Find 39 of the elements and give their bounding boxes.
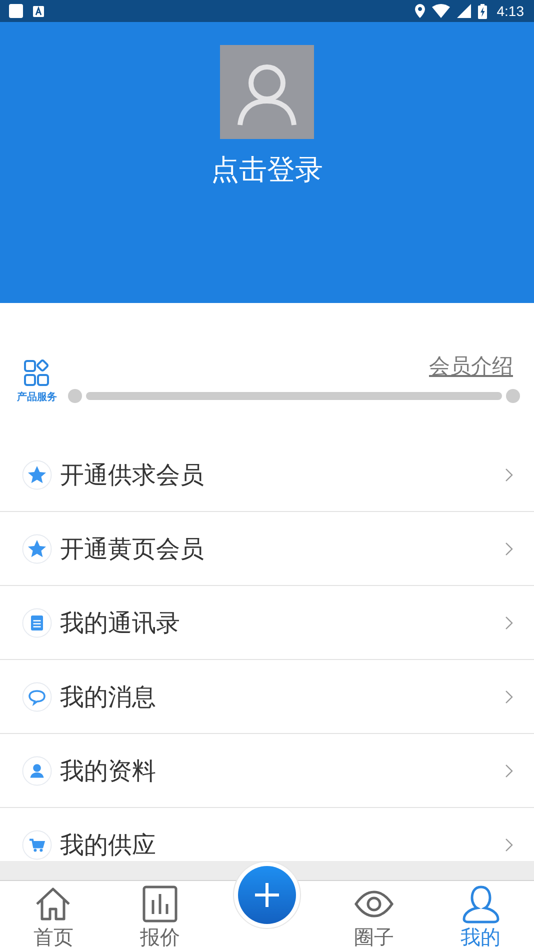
chevron-icon [505, 690, 513, 704]
tab[interactable]: 圈子 [320, 881, 428, 950]
menu-item[interactable]: 我的消息 [0, 660, 534, 734]
menu-label: 我的消息 [60, 682, 157, 712]
menu-label: 开通供求会员 [60, 460, 205, 490]
notification-icon [9, 4, 23, 18]
chevron-icon [505, 764, 513, 778]
app-notification-icon [33, 6, 44, 16]
chat-bubble-icon [22, 682, 52, 712]
menu-label: 我的资料 [60, 756, 157, 786]
person-icon [22, 756, 52, 786]
grid-icon [23, 359, 51, 387]
menu-label: 我的通讯录 [60, 608, 181, 638]
menu-label: 开通黄页会员 [60, 534, 205, 564]
menu-label: 我的供应 [60, 830, 157, 860]
wifi-icon [432, 4, 450, 18]
chevron-icon [505, 468, 513, 482]
menu-item[interactable]: 我的通讯录 [0, 586, 534, 660]
location-icon [414, 4, 425, 18]
plus-icon [252, 881, 281, 909]
bar-chart-icon [140, 884, 180, 924]
chevron-icon [505, 616, 513, 630]
chevron-icon [505, 838, 513, 852]
battery-icon [478, 4, 487, 18]
clock-time: 4:13 [496, 3, 524, 19]
cart-icon [22, 830, 52, 860]
login-link[interactable]: 点击登录 [211, 151, 323, 189]
signal-icon [456, 4, 471, 18]
chevron-icon [505, 542, 513, 556]
tab[interactable]: 我的 [427, 881, 534, 950]
menu-item[interactable]: 开通供求会员 [0, 438, 534, 512]
person-icon [460, 884, 501, 924]
menu-item[interactable]: 开通黄页会员 [0, 512, 534, 586]
tab[interactable]: 首页 [0, 881, 107, 950]
menu-item[interactable]: 我的资料 [0, 734, 534, 808]
notepad-icon [22, 608, 52, 638]
service-label: 产品服务 [17, 390, 57, 404]
member-intro-link[interactable]: 会员介绍 [429, 352, 513, 380]
tab[interactable]: 报价 [106, 881, 214, 950]
